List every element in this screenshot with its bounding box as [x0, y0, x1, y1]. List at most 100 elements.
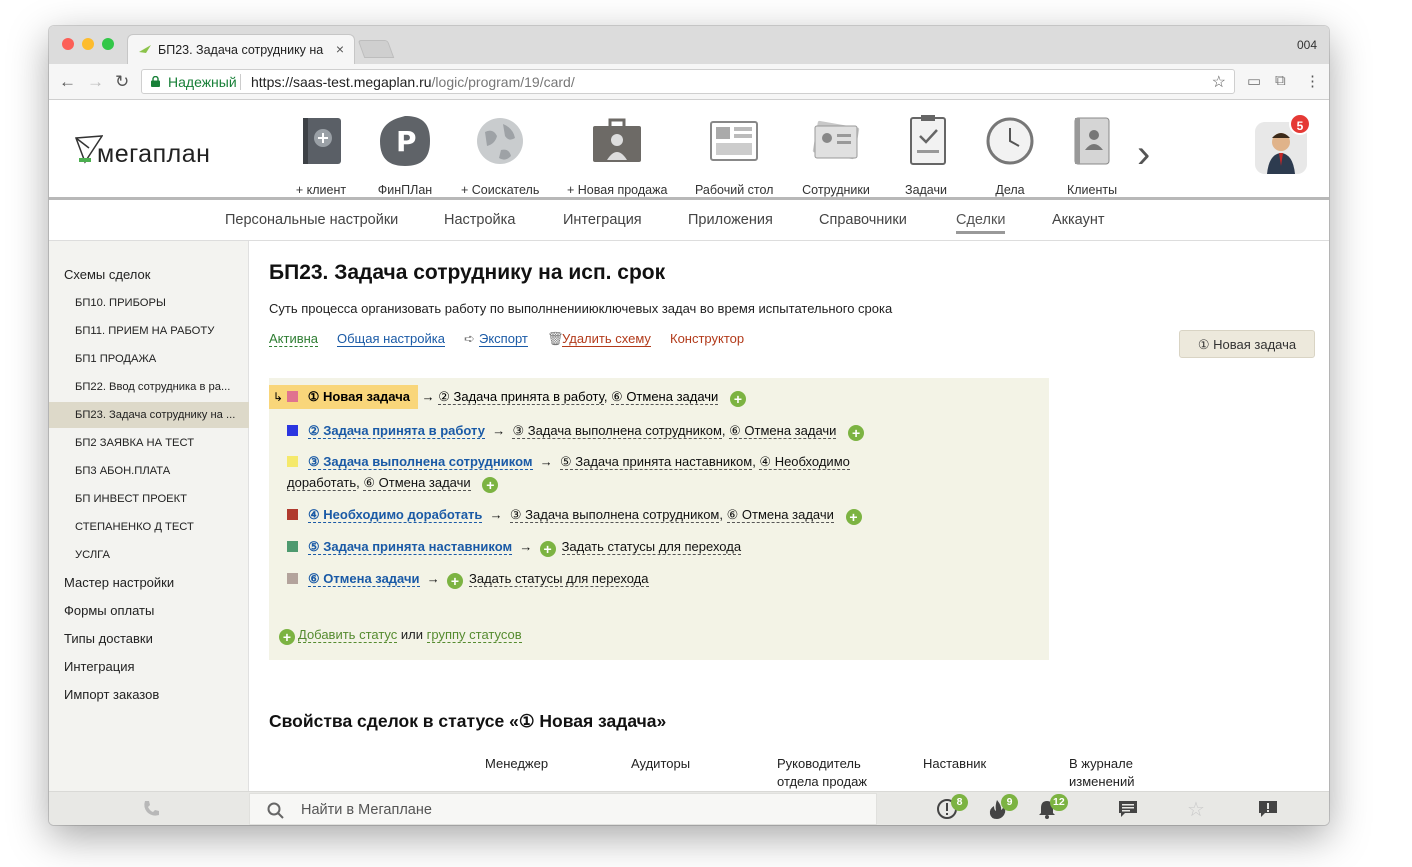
search-input[interactable]: Найти в Мегаплане [301, 802, 432, 818]
column-header-manager: Менеджер [485, 756, 549, 771]
feedback-icon[interactable] [1257, 798, 1279, 820]
add-status-group-link[interactable]: группу статусов [426, 627, 522, 643]
url-field[interactable]: Надежный https://saas-test.megaplan.ru/l… [141, 69, 1235, 94]
subnav-personal-settings[interactable]: Персональные настройки [225, 212, 398, 228]
status-row-continuation: доработать, ⑥ Отмена задачи + [287, 472, 499, 493]
add-transition-icon[interactable]: + [845, 509, 862, 525]
profile-label: 004 [1296, 38, 1317, 52]
sidebar-scheme-item[interactable]: БП22. Ввод сотрудника в ра... [75, 381, 245, 393]
sidebar-item-delivery-types[interactable]: Типы доставки [64, 631, 153, 646]
nav-employees[interactable]: Сотрудники [801, 114, 871, 197]
close-window-button[interactable] [62, 38, 74, 50]
sidebar-item-schemes[interactable]: Схемы сделок [64, 267, 150, 282]
subnav-settings[interactable]: Настройка [444, 212, 515, 228]
nav-tasks[interactable]: Задачи [901, 114, 951, 197]
transition-link[interactable]: Задать статусы для перехода [469, 571, 649, 587]
sidebar-scheme-item[interactable]: БП2 ЗАЯВКА НА ТЕСТ [75, 437, 245, 449]
sidebar-scheme-item[interactable]: СТЕПАНЕНКО Д ТЕСТ [75, 521, 245, 533]
sidebar-scheme-item[interactable]: БП11. ПРИЕМ НА РАБОТУ [75, 325, 245, 337]
transition-link[interactable]: ③ Задача выполнена сотрудником [512, 423, 722, 439]
column-header-changelog: В журнале изменений [1069, 756, 1135, 789]
status-name[interactable]: ④ Необходимо доработать [308, 507, 483, 523]
svg-text:P: P [396, 125, 417, 158]
add-status-link[interactable]: Добавить статус [298, 627, 398, 643]
sidebar-item-payment-forms[interactable]: Формы оплаты [64, 603, 154, 618]
transition-link[interactable]: ⑥ Отмена задачи [363, 475, 471, 491]
status-name[interactable]: ② Задача принята в работу [308, 423, 485, 439]
dashboard-icon [710, 121, 758, 161]
nav-deals[interactable]: Дела [983, 114, 1037, 197]
add-transition-icon[interactable]: + [447, 573, 463, 589]
transition-link[interactable]: ⑥ Отмена задачи [726, 507, 834, 523]
nav-new-sale[interactable]: + Новая продажа [567, 114, 667, 197]
phone-icon[interactable] [140, 798, 162, 820]
transition-link[interactable]: Задать статусы для перехода [561, 539, 742, 555]
arrow-icon: → [515, 539, 536, 554]
browser-tab[interactable]: БП23. Задача сотруднику на × [127, 34, 355, 64]
nav-finplan[interactable]: P ФинПЛан [377, 114, 433, 197]
add-transition-icon[interactable]: + [539, 541, 556, 557]
general-settings-link[interactable]: Общая настройка [337, 331, 445, 347]
sidebar-scheme-item[interactable]: БП ИНВЕСТ ПРОЕКТ [75, 493, 245, 505]
sidebar-scheme-item-active[interactable]: БП23. Задача сотруднику на ... [75, 409, 245, 421]
favorites-star-icon[interactable]: ☆ [1187, 797, 1205, 822]
delete-scheme-link[interactable]: Удалить схему [562, 331, 651, 347]
transition-link[interactable]: ② Задача принята в работу [438, 389, 604, 405]
add-status-icon[interactable]: + [279, 629, 295, 645]
subnav-deals[interactable]: Сделки [956, 212, 1006, 234]
transition-link[interactable]: ③ Задача выполнена сотрудником [509, 507, 720, 523]
sidebar-scheme-item[interactable]: УСЛГА [75, 549, 245, 561]
subnav-references[interactable]: Справочники [819, 212, 907, 228]
add-transition-icon[interactable]: + [482, 477, 499, 493]
subnav-apps[interactable]: Приложения [688, 212, 773, 228]
cast-icon[interactable]: ⧉ [1275, 72, 1286, 89]
nav-label: Сотрудники [802, 183, 870, 197]
transition-link[interactable]: ⑥ Отмена задачи [611, 389, 719, 405]
page-title: БП23. Задача сотруднику на исп. срок [269, 261, 666, 284]
subnav-account[interactable]: Аккаунт [1052, 212, 1104, 228]
bookmark-star-icon[interactable]: ☆ [1212, 72, 1226, 92]
status-row: ⑤ Задача принята наставником → + Задать с… [287, 536, 742, 557]
megaplan-favicon-icon [139, 45, 151, 53]
sidebar-scheme-item[interactable]: БП10. ПРИБОРЫ [75, 297, 245, 309]
nav-clients[interactable]: Клиенты [1063, 114, 1121, 197]
status-name[interactable]: ⑥ Отмена задачи [308, 571, 420, 587]
status-name[interactable]: ① Новая задача [308, 389, 410, 404]
transition-link-cont[interactable]: доработать [287, 475, 357, 491]
nav-dashboard[interactable]: Рабочий стол [695, 114, 773, 197]
nav-add-candidate[interactable]: + Соискатель [461, 114, 539, 197]
sidebar-item-integration[interactable]: Интеграция [64, 659, 135, 674]
megaplan-logo[interactable]: мегаплан [75, 132, 235, 172]
transition-link[interactable]: ④ Необходимо [759, 454, 850, 470]
globe-icon [477, 118, 523, 164]
menu-dots-icon[interactable]: ⋮ [1305, 72, 1320, 90]
extension-icon[interactable]: ▭ [1247, 72, 1261, 90]
tab-close-icon[interactable]: × [336, 41, 344, 57]
status-name[interactable]: ⑤ Задача принята наставником [308, 539, 513, 555]
sidebar-scheme-item[interactable]: БП1 ПРОДАЖА [75, 353, 245, 365]
sidebar-item-import-orders[interactable]: Импорт заказов [64, 687, 159, 702]
active-toggle[interactable]: Активна [269, 331, 319, 347]
sidebar-scheme-item[interactable]: БП3 АБОН.ПЛАТА [75, 465, 245, 477]
reload-icon[interactable]: ↻ [115, 72, 129, 92]
transition-link[interactable]: ⑥ Отмена задачи [729, 423, 837, 439]
nav-next-chevron-icon[interactable]: › [1137, 132, 1150, 177]
export-link[interactable]: Экспорт [479, 331, 528, 347]
subnav-integration[interactable]: Интеграция [563, 212, 642, 228]
nav-add-client[interactable]: + клиент [295, 114, 347, 197]
constructor-link[interactable]: Конструктор [670, 331, 744, 346]
back-icon[interactable]: ← [59, 72, 76, 92]
minimize-window-button[interactable] [82, 38, 94, 50]
chat-icon[interactable] [1117, 798, 1139, 820]
add-transition-icon[interactable]: + [729, 391, 746, 407]
sidebar-item-setup-wizard[interactable]: Мастер настройки [64, 575, 174, 590]
add-transition-icon[interactable]: + [848, 425, 865, 441]
global-search[interactable]: Найти в Мегаплане [249, 793, 877, 825]
transition-link[interactable]: ⑤ Задача принята наставником [559, 454, 753, 470]
new-tab-button[interactable] [357, 40, 395, 58]
nav-label: Дела [995, 183, 1025, 197]
zoom-window-button[interactable] [102, 38, 114, 50]
new-task-button[interactable]: ① Новая задача [1179, 330, 1315, 358]
forward-icon[interactable]: → [87, 72, 104, 92]
status-name[interactable]: ③ Задача выполнена сотрудником [308, 454, 533, 470]
